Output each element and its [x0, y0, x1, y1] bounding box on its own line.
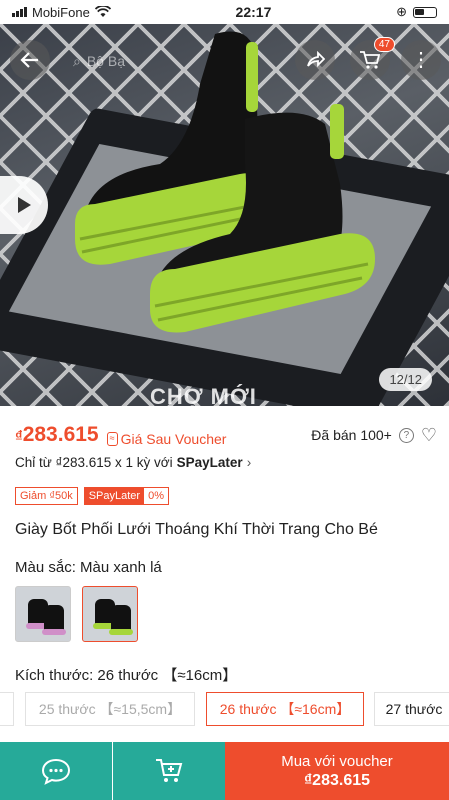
- wifi-icon: [94, 6, 111, 17]
- size-value: 26 thước 【≈16cm】: [97, 667, 238, 684]
- promo-tags: Giảm ₫50k SPayLater 0%: [15, 487, 169, 505]
- buy-amount: ₫283.615: [303, 771, 371, 789]
- price-amount: 283.615: [22, 423, 99, 446]
- size-variation-label: Kích thước: 26 thước 【≈16cm】: [15, 664, 237, 685]
- buy-label: Mua với voucher: [281, 752, 393, 770]
- color-swatch-green[interactable]: [82, 586, 138, 642]
- carrier-name: MobiFone: [32, 4, 90, 20]
- price: ₫283.615: [15, 423, 99, 447]
- arrow-left-icon: [20, 52, 38, 68]
- watermark-logo: CHỢ MỚI: [150, 384, 257, 406]
- color-label: Màu sắc:: [15, 559, 76, 576]
- size-option-partial[interactable]: [0, 692, 14, 726]
- color-swatches: [15, 586, 138, 642]
- spaylater-offer[interactable]: Chỉ từ ₫283.615 x 1 kỳ với SPayLater ›: [15, 455, 251, 470]
- price-row: ₫283.615 ≈ Giá Sau Voucher Đã bán 100+ ?…: [15, 423, 437, 447]
- battery-icon: [413, 6, 437, 18]
- add-cart-icon: [156, 759, 183, 782]
- share-button[interactable]: [295, 40, 335, 80]
- spaylater-tag: SPayLater 0%: [83, 487, 169, 505]
- add-to-cart-button[interactable]: [113, 742, 225, 800]
- spaylater-tag-label: SPayLater: [84, 488, 145, 504]
- discount-tag: Giảm ₫50k: [15, 487, 78, 505]
- search-icon: ⌕: [73, 52, 81, 69]
- buy-with-voucher-button[interactable]: Mua với voucher ₫283.615: [225, 742, 449, 800]
- image-page-counter: 12/12: [379, 368, 432, 391]
- heart-icon[interactable]: ♡: [421, 425, 437, 446]
- voucher-price-label[interactable]: ≈ Giá Sau Voucher: [106, 431, 227, 447]
- spaylater-tag-rate: 0%: [148, 490, 164, 502]
- bottom-action-bar: Mua với voucher ₫283.615: [0, 742, 449, 800]
- sold-info: Đã bán 100+ ? ♡: [311, 425, 437, 446]
- size-options: 25 thước 【≈15,5cm】 26 thước 【≈16cm】 27 t…: [0, 692, 449, 726]
- cart-button[interactable]: 47: [350, 37, 395, 80]
- product-title: Giày Bốt Phối Lưới Thoáng Khí Thời Trang…: [15, 521, 378, 538]
- sold-count: Đã bán 100+: [311, 427, 392, 443]
- voucher-label-text: Giá Sau Voucher: [120, 431, 227, 447]
- play-icon: [18, 197, 31, 213]
- signal-icon: [12, 7, 27, 17]
- cart-count-badge: 47: [373, 37, 395, 52]
- more-button[interactable]: ⋮: [401, 40, 441, 80]
- size-label: Kích thước:: [15, 667, 94, 684]
- spaylater-prefix: Chỉ từ ₫283.615 x 1 kỳ với: [15, 455, 173, 470]
- spaylater-brand: SPayLater: [176, 455, 243, 470]
- swatch-boot: [111, 605, 131, 631]
- swatch-sole: [109, 629, 133, 635]
- share-icon: [307, 51, 325, 68]
- chat-button[interactable]: [0, 742, 112, 800]
- voucher-ticket-icon: ≈: [106, 432, 118, 446]
- back-button[interactable]: [10, 40, 50, 80]
- more-dots-icon: ⋮: [411, 49, 431, 71]
- swatch-boot: [44, 605, 64, 631]
- size-option-26[interactable]: 26 thước 【≈16cm】: [206, 692, 364, 726]
- boots-illustration: [75, 31, 375, 333]
- size-option-27[interactable]: 27 thước: [374, 692, 449, 726]
- status-right: ⊕: [396, 4, 437, 20]
- color-value: Màu xanh lá: [80, 559, 162, 576]
- color-swatch-pink[interactable]: [15, 586, 71, 642]
- chat-icon: [41, 758, 71, 785]
- swatch-sole: [42, 629, 66, 635]
- search-bar-ghost[interactable]: ⌕ Bộ Bạ: [65, 46, 295, 76]
- chevron-right-icon: ›: [246, 455, 252, 470]
- clock: 22:17: [235, 4, 272, 20]
- status-left: MobiFone: [12, 5, 111, 20]
- help-icon[interactable]: ?: [398, 427, 414, 443]
- search-hint: Bộ Bạ: [86, 53, 125, 69]
- cart-icon: [360, 51, 381, 69]
- product-image-gallery[interactable]: ⌕ Bộ Bạ 47 ⋮ 12/12 CHỢ MỚI: [0, 24, 449, 406]
- size-option-25[interactable]: 25 thước 【≈15,5cm】: [25, 692, 195, 726]
- price-left: ₫283.615 ≈ Giá Sau Voucher: [15, 423, 226, 447]
- orientation-lock-icon: ⊕: [396, 4, 407, 19]
- price-currency: ₫: [15, 428, 23, 445]
- status-bar: MobiFone 22:17 ⊕: [0, 0, 449, 24]
- color-variation-label: Màu sắc: Màu xanh lá: [15, 559, 162, 576]
